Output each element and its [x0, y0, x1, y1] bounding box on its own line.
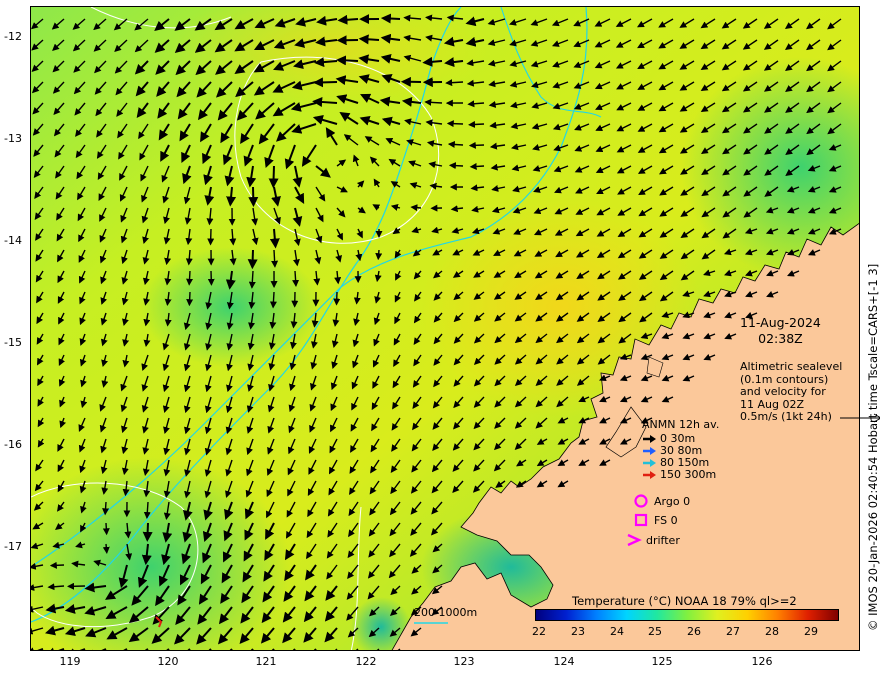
mooring-legend: ANMN 12h av. 0 30m 30 80m 80 150m 150 30…: [642, 419, 719, 481]
legend-title: ANMN 12h av.: [642, 418, 720, 431]
sst-velocity-map: [31, 7, 859, 650]
velocity-arrow: [424, 98, 443, 106]
colorbar-tick-label: 24: [610, 625, 624, 638]
x-tick-label: 121: [255, 655, 277, 668]
velocity-arrow: [337, 14, 359, 25]
velocity-arrow: [446, 120, 464, 128]
chevron-marker-icon: [627, 533, 642, 547]
x-tick-label: 120: [157, 655, 179, 668]
y-tick-label: -12: [4, 30, 22, 43]
x-tick-label: 124: [553, 655, 575, 668]
arrow-icon: [643, 459, 656, 467]
colorbar-tick-label: 27: [726, 625, 740, 638]
circle-marker-icon: [634, 494, 648, 508]
velocity-arrow: [292, 270, 300, 287]
velocity-arrow: [271, 249, 279, 268]
velocity-arrow: [335, 55, 359, 66]
velocity-arrow: [375, 249, 383, 261]
velocity-arrow: [410, 204, 422, 212]
arrow-icon: [643, 447, 656, 455]
velocity-arrow: [468, 141, 485, 149]
velocity-arrow: [448, 162, 464, 170]
velocity-arrow: [49, 561, 65, 569]
y-tick-label: -13: [4, 132, 22, 145]
colorbar-tick-label: 25: [648, 625, 662, 638]
colorbar-tick-label: 29: [804, 625, 818, 638]
velocity-arrow: [102, 543, 110, 554]
legend-item: 150 300m: [642, 469, 719, 481]
velocity-arrow: [186, 270, 194, 286]
argo-legend: Argo 0: [634, 494, 690, 508]
altimetry-line: Altimetric sealevel: [740, 360, 843, 373]
altimetry-line: 0.5m/s (1kt 24h): [740, 410, 832, 423]
date-label: 11-Aug-2024: [740, 315, 821, 330]
velocity-arrow: [268, 165, 279, 189]
isobath-key-line: [414, 622, 448, 624]
colorbar-tick-label: 23: [571, 625, 585, 638]
temperature-colorbar: [535, 609, 839, 621]
velocity-arrow: [469, 162, 485, 170]
copyright-caption: © IMOS 20-Jan-2026 02:40:54 Hobart time …: [866, 263, 880, 631]
colorbar-tick-label: 22: [532, 625, 546, 638]
y-tick-label: -15: [4, 336, 22, 349]
date-stamp: 11-Aug-2024 02:38Z: [740, 315, 821, 347]
map-panel[interactable]: [30, 6, 860, 651]
velocity-arrow: [380, 13, 401, 24]
velocity-arrow: [447, 140, 464, 148]
drifter-legend: drifter: [626, 533, 680, 547]
y-tick-label: -16: [4, 438, 22, 451]
cool-water-patch: [141, 247, 321, 367]
arrow-icon: [643, 435, 656, 443]
altimetry-line: and velocity for: [740, 385, 826, 398]
x-tick-label: 119: [59, 655, 81, 668]
colorbar-title: Temperature (°C) NOAA 18 79% ql>=2: [572, 594, 797, 608]
x-tick-label: 125: [651, 655, 673, 668]
x-tick-label: 122: [355, 655, 377, 668]
altimetry-note: Altimetric sealevel (0.1m contours) and …: [740, 360, 880, 424]
y-tick-label: -17: [4, 540, 22, 553]
velocity-arrow: [269, 291, 277, 309]
time-label: 02:38Z: [758, 331, 803, 346]
colorbar-tick-label: 26: [687, 625, 701, 638]
velocity-arrow: [102, 501, 110, 516]
colorbar-tick-label: 28: [765, 625, 779, 638]
velocity-arrow: [312, 77, 338, 88]
y-tick-label: -14: [4, 234, 22, 247]
velocity-arrow: [142, 522, 153, 542]
velocity-arrow: [358, 34, 380, 45]
velocity-arrow: [102, 522, 110, 536]
velocity-arrow: [468, 120, 485, 128]
fs-legend: FS 0: [634, 513, 678, 527]
velocity-arrow: [186, 291, 194, 307]
square-marker-icon: [634, 513, 648, 527]
arrow-icon: [643, 471, 656, 479]
x-tick-label: 126: [751, 655, 773, 668]
velocity-arrow: [247, 249, 258, 270]
contour-key: 200 1000m: [414, 606, 477, 624]
x-tick-label: 123: [453, 655, 475, 668]
